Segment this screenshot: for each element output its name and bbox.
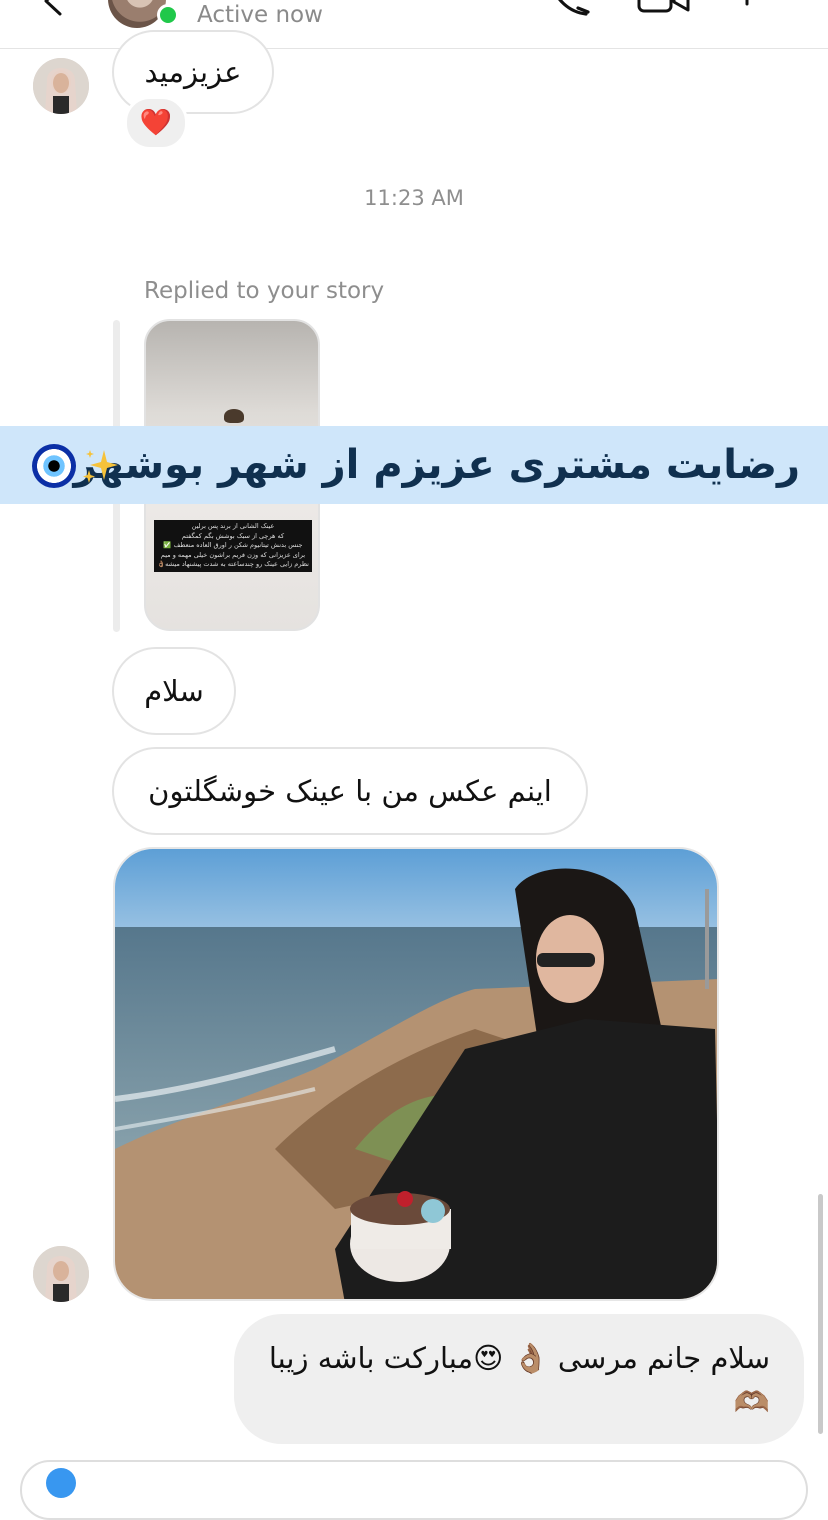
video-camera-icon[interactable] bbox=[636, 0, 692, 14]
active-status-text: Active now bbox=[197, 2, 323, 28]
message-text: عزیزمید bbox=[144, 55, 242, 89]
story-caption-line: عینک الشانی از برند پس برلین bbox=[191, 522, 275, 530]
avatar-photo bbox=[33, 1246, 89, 1302]
sparkles-icon bbox=[83, 450, 118, 483]
story-reply-label: Replied to your story bbox=[144, 278, 385, 304]
outgoing-message-bubble[interactable]: سلام جانم مرسی 👌🏽 😍مبارکت باشه زیبا 🫶🏽 bbox=[234, 1314, 804, 1444]
info-icon[interactable] bbox=[740, 0, 754, 10]
story-figure bbox=[224, 409, 244, 423]
avatar-photo bbox=[33, 58, 89, 114]
beach-photo bbox=[115, 849, 717, 1299]
story-caption-line: برای عزیزانی که وزن فریم براشون خیلی مهم… bbox=[160, 550, 306, 559]
camera-icon[interactable] bbox=[46, 1468, 76, 1498]
photo-message[interactable] bbox=[113, 847, 719, 1301]
overlay-banner: رضایت مشتری عزیزم از شهر بوشهر bbox=[0, 426, 828, 504]
banner-text: رضایت مشتری عزیزم از شهر بوشهر bbox=[73, 442, 800, 488]
story-caption-line: که هرچی از سبک بوشش بگم کمگفتم bbox=[181, 531, 285, 540]
story-caption-line: نظرم زایی عینک رو چندساعته به شدت پیشنها… bbox=[157, 560, 309, 569]
back-chevron-icon[interactable] bbox=[38, 0, 68, 16]
message-bubble[interactable]: سلام bbox=[112, 647, 236, 735]
message-timestamp: 11:23 AM bbox=[364, 186, 464, 210]
story-caption-box: عینک الشانی از برند پس برلین که هرچی از … bbox=[154, 520, 312, 572]
message-text: سلام bbox=[144, 674, 204, 708]
message-text: اینم عکس من با عینک خوشگلتون bbox=[148, 774, 552, 808]
scrollbar[interactable] bbox=[818, 1194, 823, 1434]
heart-reaction[interactable]: ❤️ bbox=[124, 96, 188, 150]
heart-hands-icon: 🫶🏽 bbox=[733, 1385, 770, 1419]
evil-eye-icon bbox=[32, 444, 76, 488]
story-caption-line: جنس بدنش تیتانیوم شکن ر اورق العاده منعط… bbox=[163, 541, 303, 550]
message-composer[interactable] bbox=[20, 1460, 808, 1520]
message-text: سلام جانم مرسی 👌🏽 😍مبارکت باشه زیبا bbox=[268, 1341, 770, 1375]
message-bubble[interactable]: اینم عکس من با عینک خوشگلتون bbox=[112, 747, 588, 835]
sender-avatar[interactable] bbox=[33, 58, 89, 114]
active-status-dot bbox=[157, 4, 179, 26]
sender-avatar[interactable] bbox=[33, 1246, 89, 1302]
heart-icon: ❤️ bbox=[139, 108, 173, 138]
phone-icon[interactable] bbox=[548, 0, 592, 16]
